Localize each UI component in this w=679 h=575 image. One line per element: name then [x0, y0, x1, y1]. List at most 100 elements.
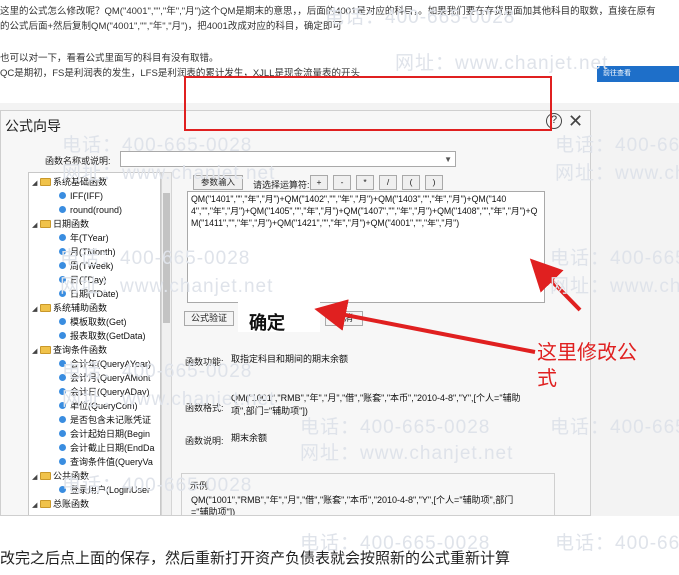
- function-icon: [59, 416, 66, 423]
- function-tree[interactable]: ◢ 系统基础函数 IFF(IFF) round(round) ◢ 日期函数年(TYear)…: [28, 172, 161, 515]
- article-line-1: 这里的公式怎么修改呢？QM("4001","","年","月")这个QM是期末的…: [0, 6, 656, 17]
- tree-item-label: 系统基础函数: [53, 177, 108, 187]
- tree-item-label: 年(TYear): [70, 233, 109, 243]
- tree-function-item[interactable]: 月(TMonth): [59, 246, 116, 258]
- func-search-combo[interactable]: ▼: [120, 151, 456, 167]
- tree-function-item[interactable]: 会计年(QueryAYear): [59, 358, 151, 370]
- function-icon: [59, 430, 66, 437]
- tree-folder[interactable]: ◢ 系统基础函数: [32, 176, 107, 190]
- watermark-phone: 电话：400-665-0028: [555, 533, 679, 554]
- article-line-3: 也可以对一下，看看公式里面写的科目有没有取错。: [0, 53, 219, 64]
- func-format-label: 函数格式:: [185, 403, 224, 413]
- func-search-label: 函数名称或说明:: [45, 156, 111, 166]
- formula-text[interactable]: QM("1401","","年","月")+QM("1402","","年","…: [189, 192, 545, 238]
- func-note-label: 函数说明:: [185, 436, 224, 446]
- params-input-button[interactable]: 参数输入: [193, 175, 243, 190]
- op-rparen-button[interactable]: ): [425, 175, 443, 190]
- expand-triangle-icon[interactable]: ◢: [32, 304, 40, 316]
- scrollbar-thumb[interactable]: [163, 193, 170, 323]
- tree-function-item[interactable]: 年(TYear): [59, 232, 109, 244]
- func-format-value-2: 项",部门="辅助项"]): [231, 406, 308, 416]
- folder-icon: [40, 346, 51, 354]
- tree-function-item[interactable]: 日(TDay): [59, 274, 107, 286]
- tree-item-label: 月(TMonth): [70, 247, 116, 257]
- tree-function-item[interactable]: 单位(QueryCom): [59, 400, 138, 412]
- tree-item-label: 会计日(QueryADay): [70, 387, 150, 397]
- tree-folder[interactable]: ◢ 系统辅助函数: [32, 302, 107, 316]
- tree-function-item[interactable]: 模板取数(Get): [59, 316, 127, 328]
- function-icon: [59, 332, 66, 339]
- example-value-2: ="辅助项"]): [191, 507, 236, 516]
- tree-function-item[interactable]: 查询条件值(QueryVa: [59, 456, 153, 468]
- tree-item-label: 查询条件函数: [53, 345, 108, 355]
- tree-item-label: 登录用户(LoginUser: [70, 485, 151, 495]
- function-icon: [59, 458, 66, 465]
- op-lparen-button[interactable]: (: [402, 175, 420, 190]
- op-minus-button[interactable]: -: [333, 175, 351, 190]
- folder-icon: [40, 220, 51, 228]
- op-plus-button[interactable]: +: [310, 175, 328, 190]
- expand-triangle-icon[interactable]: ◢: [32, 346, 40, 358]
- tree-function-item[interactable]: 是否包含未记账凭证: [59, 414, 151, 426]
- folder-icon: [40, 500, 51, 508]
- article-bottom-text: 改完之后点上面的保存，然后重新打开资产负债表就会按照新的公式重新计算: [0, 550, 511, 567]
- ad-banner[interactable]: 前往查看: [597, 66, 679, 82]
- tree-item-label: 会计起始日期(Begin: [70, 429, 151, 439]
- tree-item-label: 日期函数: [53, 219, 90, 229]
- tree-folder[interactable]: ◢ 日期函数: [32, 218, 89, 232]
- function-icon: [59, 192, 66, 199]
- func-note-value: 期末余额: [231, 433, 268, 443]
- tree-function-item[interactable]: IFF(IFF): [59, 190, 103, 202]
- tree-function-item[interactable]: 报表取数(GetData): [59, 330, 146, 342]
- tree-item-label: 报表取数(GetData): [70, 331, 146, 341]
- tree-function-item[interactable]: 登录用户(LoginUser: [59, 484, 150, 496]
- tree-function-item[interactable]: 会计日(QueryADay): [59, 386, 150, 398]
- tree-function-item[interactable]: 日期(TDate): [59, 288, 119, 300]
- ok-button[interactable]: 确定: [249, 309, 285, 335]
- annotation-text: 这里修改公式: [537, 342, 637, 390]
- formula-highlight-box: [184, 76, 552, 131]
- verify-formula-button[interactable]: 公式验证: [184, 311, 234, 326]
- tree-function-item[interactable]: 会计月(QueryAMont: [59, 372, 151, 384]
- tree-item-label: 模板取数(Get): [70, 317, 127, 327]
- expand-triangle-icon[interactable]: ◢: [32, 220, 40, 232]
- tree-item-label: round(round): [70, 205, 123, 215]
- tree-function-item[interactable]: round(round): [59, 204, 122, 216]
- expand-triangle-icon[interactable]: ◢: [32, 472, 40, 484]
- tree-item-label: 日期(TDate): [70, 289, 119, 299]
- tree-item-label: 公共函数: [53, 471, 90, 481]
- dialog-title: 公式向导: [5, 118, 61, 134]
- operators-label: 请选择运算符:: [253, 180, 310, 190]
- tree-item-label: 会计月(QueryAMont: [70, 373, 151, 383]
- tree-folder[interactable]: ◢ 公共函数: [32, 470, 89, 484]
- function-icon: [59, 402, 66, 409]
- tree-item-label: 查询条件值(QueryVa: [70, 457, 153, 467]
- tree-function-item[interactable]: 周(TWeek): [59, 260, 113, 272]
- function-icon: [59, 360, 66, 367]
- tree-folder[interactable]: ◢ 查询条件函数: [32, 344, 107, 358]
- tree-function-item[interactable]: 会计起始日期(Begin: [59, 428, 150, 440]
- function-icon: [59, 318, 66, 325]
- func-desc-label: 函数功能:: [185, 357, 224, 367]
- folder-icon: [40, 304, 51, 312]
- tree-folder[interactable]: ◢ 总账函数: [32, 498, 89, 512]
- screenshot-page: 这里的公式怎么修改呢？QM("4001","","年","月")这个QM是期末的…: [0, 0, 679, 575]
- tree-item-label: 单位(QueryCom): [70, 401, 138, 411]
- folder-icon: [40, 178, 51, 186]
- tree-item-label: 日(TDay): [70, 275, 107, 285]
- function-icon: [59, 262, 66, 269]
- cancel-button[interactable]: 取消: [325, 311, 363, 326]
- op-multiply-button[interactable]: *: [356, 175, 374, 190]
- function-icon: [59, 388, 66, 395]
- close-icon[interactable]: ✕: [568, 111, 583, 132]
- expand-triangle-icon[interactable]: ◢: [32, 500, 40, 512]
- tree-item-label: 系统辅助函数: [53, 303, 108, 313]
- tree-item-label: 会计截止日期(EndDa: [70, 443, 155, 453]
- function-icon: [59, 206, 66, 213]
- op-divide-button[interactable]: /: [379, 175, 397, 190]
- tree-scrollbar[interactable]: [161, 172, 172, 515]
- expand-triangle-icon[interactable]: ◢: [32, 178, 40, 190]
- tree-function-item[interactable]: 会计截止日期(EndDa: [59, 442, 155, 454]
- func-format-value-1: QM("1001","RMB","年","月","借","账套","本币","2…: [231, 393, 521, 403]
- folder-icon: [40, 472, 51, 480]
